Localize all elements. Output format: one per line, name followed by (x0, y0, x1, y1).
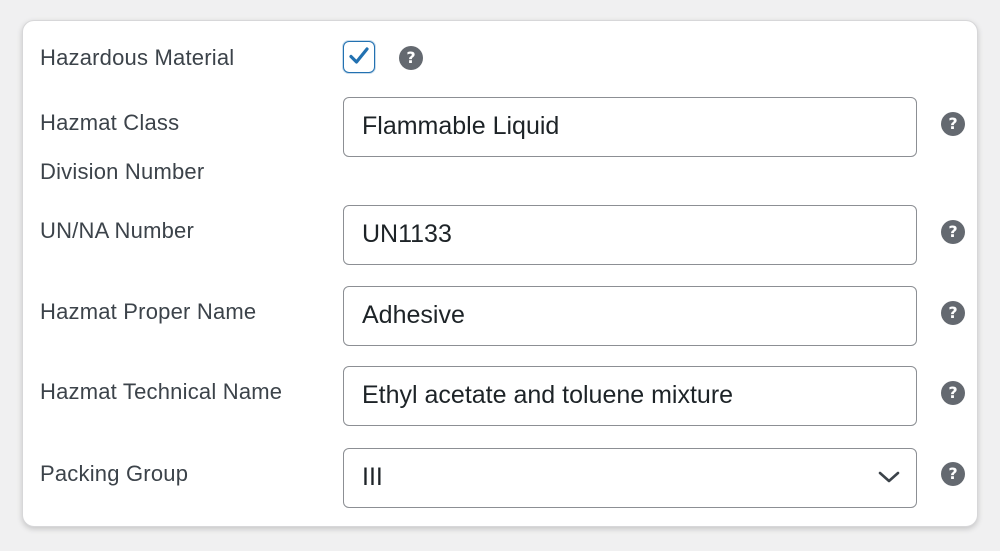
hazmat-proper-name-label: Hazmat Proper Name (40, 299, 257, 324)
hazmat-proper-name-input[interactable]: Adhesive (343, 286, 917, 346)
hazmat-technical-name-input[interactable]: Ethyl acetate and toluene mixture (343, 366, 917, 426)
un-na-number-input[interactable]: UN1133 (343, 205, 917, 265)
packing-group-label: Packing Group (40, 461, 189, 486)
chevron-down-icon (878, 471, 900, 483)
hazmat-class-input[interactable]: Flammable Liquid (343, 97, 917, 157)
packing-group-help-icon[interactable]: ? (941, 462, 965, 486)
checkmark-icon (349, 47, 369, 64)
hazardous-material-help-icon[interactable]: ? (399, 46, 423, 70)
division-number-label: Division Number (40, 159, 205, 184)
hazmat-technical-name-help-icon[interactable]: ? (941, 381, 965, 405)
hazmat-settings-panel: Hazardous Material ? Hazmat Class Divisi… (22, 20, 978, 527)
hazmat-technical-name-label: Hazmat Technical Name (40, 379, 283, 404)
un-na-number-help-icon[interactable]: ? (941, 220, 965, 244)
hazmat-proper-name-help-icon[interactable]: ? (941, 301, 965, 325)
packing-group-value: III (362, 463, 383, 491)
hazardous-material-label: Hazardous Material (40, 45, 235, 70)
un-na-number-label: UN/NA Number (40, 218, 194, 243)
hazmat-class-help-icon[interactable]: ? (941, 112, 965, 136)
hazardous-material-checkbox[interactable] (343, 41, 375, 73)
packing-group-select[interactable]: III (343, 448, 917, 508)
hazmat-class-label: Hazmat Class (40, 110, 180, 135)
